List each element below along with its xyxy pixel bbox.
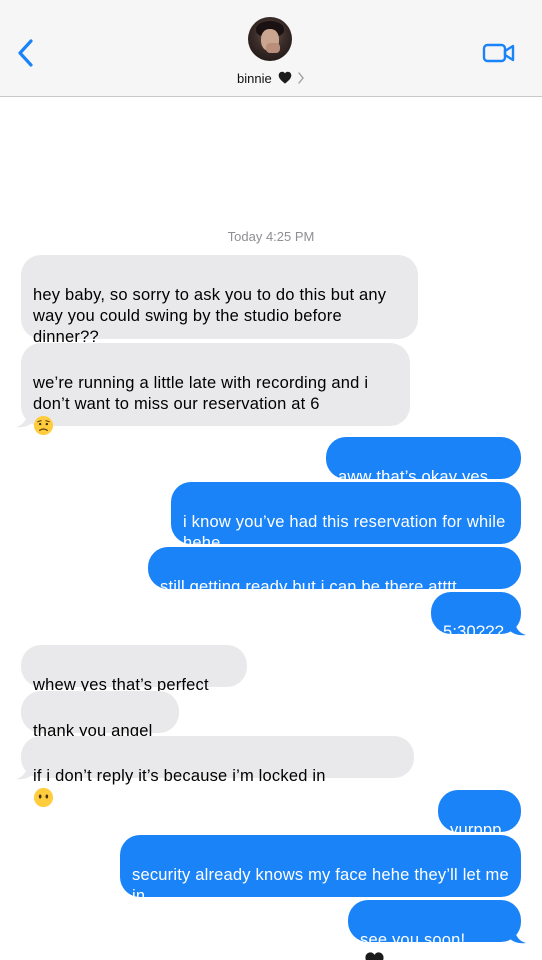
contact-name-button[interactable]: binnie (0, 71, 542, 86)
incoming-message[interactable]: hey baby, so sorry to ask you to do this… (21, 255, 418, 346)
incoming-message[interactable]: whew yes that’s perfect (21, 645, 247, 694)
chevron-right-icon (298, 72, 304, 84)
contact-avatar[interactable] (248, 17, 292, 61)
outgoing-message[interactable]: see you soon! (348, 900, 521, 960)
outgoing-message[interactable]: 5:30??? (431, 592, 521, 641)
incoming-message[interactable]: if i don’t reply it’s because i’m locked… (21, 736, 414, 808)
message-text: if i don’t reply it’s because i’m locked… (33, 767, 326, 785)
outgoing-message[interactable]: still getting ready but i can be there a… (148, 547, 521, 596)
black-heart-icon (279, 71, 292, 84)
message-text: hey baby, so sorry to ask you to do this… (33, 286, 387, 346)
outgoing-bubble-tail (509, 928, 526, 944)
contact-name: binnie (237, 71, 272, 86)
incoming-bubble-tail (16, 412, 33, 428)
conversation-header: binnie (0, 0, 542, 97)
worried-face-emoji-icon (33, 415, 54, 436)
incoming-message[interactable]: thank you angel (21, 691, 179, 740)
back-chevron-icon[interactable] (14, 36, 38, 70)
message-text: 5:30??? (443, 623, 505, 641)
message-text: we’re running a little late with recordi… (33, 374, 369, 413)
incoming-message[interactable]: we’re running a little late with recordi… (21, 343, 410, 436)
outgoing-bubble-tail (509, 620, 526, 636)
video-camera-icon[interactable] (482, 40, 516, 66)
message-text: see you soon! (360, 931, 466, 949)
no-mouth-face-emoji-icon (33, 787, 54, 808)
outgoing-message[interactable]: yurppp (438, 790, 521, 839)
outgoing-message[interactable]: i know you’ve had this reservation for w… (171, 482, 521, 552)
thread-timestamp: Today 4:25 PM (227, 229, 315, 244)
message-text: still getting ready but i can be there a… (160, 578, 457, 596)
incoming-bubble-tail (16, 764, 33, 780)
outgoing-message[interactable]: security already knows my face hehe they… (120, 835, 521, 905)
black-heart-emoji-icon (365, 952, 384, 960)
outgoing-message[interactable]: aww that’s okay yes (326, 437, 521, 486)
